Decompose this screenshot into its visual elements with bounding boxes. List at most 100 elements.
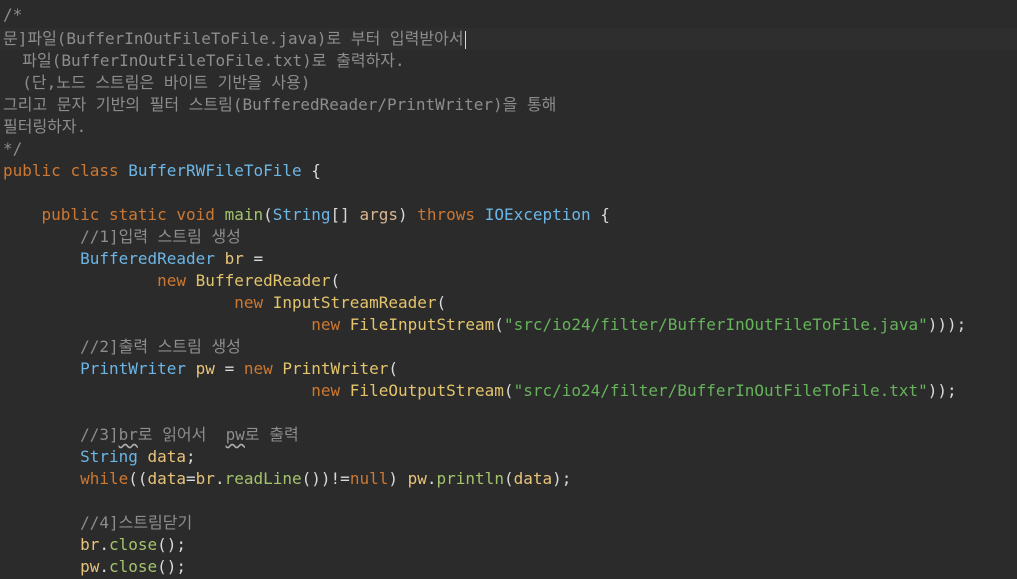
- keyword: class: [70, 161, 119, 180]
- parameter-name: args: [359, 205, 398, 224]
- method-name: main: [224, 205, 264, 224]
- comment-line: 그리고 문자 기반의 필터 스트림(BufferedReader/PrintWr…: [3, 95, 557, 114]
- variable-name: data: [513, 469, 553, 488]
- code-line: new BufferedReader(: [3, 270, 340, 292]
- brace: {: [301, 161, 321, 180]
- code-line: BufferedReader br =: [3, 248, 263, 270]
- dot: .: [426, 469, 437, 488]
- code-line: new FileInputStream("src/io24/filter/Buf…: [3, 314, 966, 336]
- comment-line-current[interactable]: 문]파일(BufferInOutFileToFile.java)로 부터 입력받…: [0, 28, 1017, 50]
- paren: ): [397, 205, 408, 224]
- class-declaration-line: public class BufferRWFileToFile {: [3, 160, 321, 182]
- text-caret: [464, 30, 466, 49]
- method-name: close: [108, 535, 158, 554]
- keyword: new: [311, 315, 341, 334]
- brackets: []: [330, 205, 350, 224]
- paren: (: [494, 315, 504, 334]
- paren: (: [263, 205, 273, 224]
- paren: ((: [128, 469, 148, 488]
- keyword: throws: [417, 205, 476, 224]
- code-line: new InputStreamReader(: [3, 292, 446, 314]
- code-line: while((data=br.readLine())!=null) pw.pri…: [3, 468, 571, 490]
- comment-line: */: [3, 139, 23, 158]
- type-name: FileOutputStream: [349, 381, 504, 400]
- comment-line: 필터링하자.: [3, 117, 87, 136]
- type-name: BufferedReader: [80, 249, 215, 268]
- code-line: String data;: [3, 446, 196, 468]
- variable-name: pw: [195, 359, 215, 378]
- paren: ));: [927, 381, 957, 400]
- comment-text: //2]출력 스트림 생성: [80, 337, 241, 356]
- variable-name: data: [147, 447, 187, 466]
- method-name: close: [108, 557, 158, 576]
- operator: =: [214, 359, 244, 378]
- comment-line: (단,노드 스트림은 바이트 기반을 사용): [3, 73, 311, 92]
- paren: (: [503, 469, 514, 488]
- code-comment: //4]스트림닫기: [3, 512, 192, 534]
- paren: )));: [927, 315, 967, 334]
- variable-name: pw: [407, 469, 427, 488]
- keyword: while: [80, 469, 129, 488]
- code-comment: //2]출력 스트림 생성: [3, 336, 241, 358]
- class-name: BufferRWFileToFile: [128, 161, 302, 180]
- comment-text: 로 출력: [244, 425, 299, 444]
- keyword: public: [3, 161, 61, 180]
- comment-text: //3]: [80, 425, 119, 444]
- paren: (: [330, 271, 341, 290]
- comment-text: 로 읽어서: [137, 425, 226, 444]
- keyword: null: [349, 469, 389, 488]
- variable-name: pw: [80, 557, 100, 576]
- code-line: new FileOutputStream("src/io24/filter/Bu…: [3, 380, 957, 402]
- code-editor[interactable]: /* 문]파일(BufferInOutFileToFile.java)로 부터 …: [0, 0, 1017, 579]
- keyword: static: [108, 205, 167, 224]
- code-comment: //1]입력 스트림 생성: [3, 226, 241, 248]
- keyword: public: [41, 205, 100, 224]
- code-line: PrintWriter pw = new PrintWriter(: [3, 358, 398, 380]
- type-name: BufferedReader: [195, 271, 331, 290]
- keyword: void: [176, 205, 215, 224]
- paren: (: [388, 359, 398, 378]
- code-line: pw.close();: [3, 556, 186, 578]
- comment-text: //4]스트림닫기: [80, 513, 193, 532]
- paren: (: [503, 381, 514, 400]
- spellcheck-word: br: [118, 425, 138, 444]
- paren: ): [388, 469, 408, 488]
- spellcheck-word: pw: [225, 425, 245, 444]
- string-literal: "src/io24/filter/BufferInOutFileToFile.j…: [503, 315, 928, 334]
- keyword: new: [311, 381, 341, 400]
- code-comment: //3]br로 읽어서 pw로 출력: [3, 424, 299, 446]
- brace: {: [590, 205, 610, 224]
- dot: .: [214, 469, 225, 488]
- type-name: String: [272, 205, 331, 224]
- dot: .: [99, 557, 109, 576]
- keyword: new: [243, 359, 273, 378]
- variable-name: br: [224, 249, 244, 268]
- dot: .: [99, 535, 109, 554]
- variable-name: br: [80, 535, 100, 554]
- variable-name: br: [195, 469, 215, 488]
- method-name: readLine: [224, 469, 302, 488]
- code-line: br.close();: [3, 534, 186, 556]
- type-name: IOException: [484, 205, 591, 224]
- semicolon: ;: [186, 447, 196, 466]
- type-name: String: [80, 447, 138, 466]
- comment-text: //1]입력 스트림 생성: [80, 227, 241, 246]
- paren: );: [552, 469, 572, 488]
- type-name: PrintWriter: [282, 359, 389, 378]
- string-literal: "src/io24/filter/BufferInOutFileToFile.t…: [513, 381, 928, 400]
- keyword: new: [157, 271, 187, 290]
- comment-line: 파일(BufferInOutFileToFile.txt)로 출력하자.: [3, 51, 405, 70]
- type-name: FileInputStream: [349, 315, 495, 334]
- operator: =: [186, 469, 196, 488]
- paren: ();: [157, 535, 187, 554]
- method-name: println: [436, 469, 504, 488]
- variable-name: data: [147, 469, 187, 488]
- operator: =: [243, 249, 264, 268]
- paren: ())!=: [301, 469, 350, 488]
- comment-text: 문]파일(BufferInOutFileToFile.java)로 부터 입력받…: [3, 29, 464, 48]
- keyword: new: [234, 293, 264, 312]
- type-name: InputStreamReader: [272, 293, 437, 312]
- paren: (: [436, 293, 447, 312]
- main-method-line: public static void main(String[] args) t…: [3, 204, 610, 226]
- paren: ();: [157, 557, 187, 576]
